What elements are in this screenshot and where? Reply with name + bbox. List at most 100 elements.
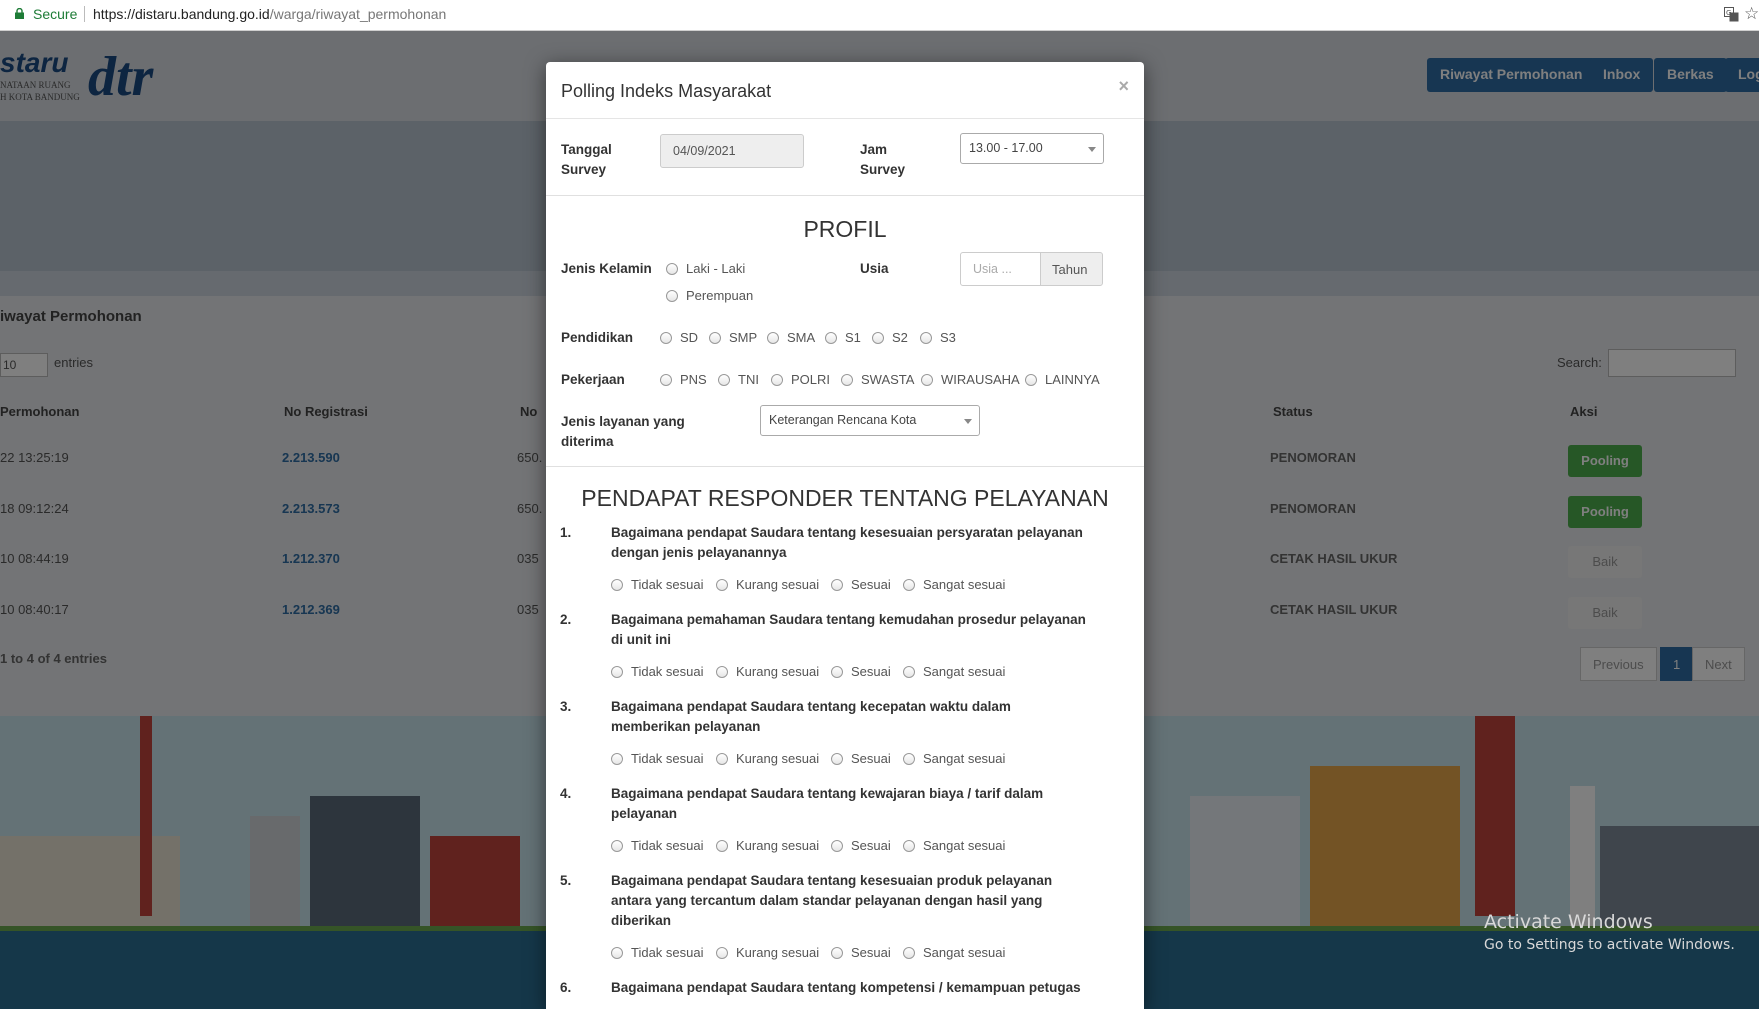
radio-circle — [660, 373, 672, 386]
pekerjaan-radio-lainnya[interactable]: LAINNYA — [1025, 372, 1100, 387]
answer-option-label: Sangat sesuai — [923, 838, 1006, 853]
answer-radio-tidak-sesuai[interactable]: Tidak sesuai — [611, 751, 704, 766]
radio-circle — [611, 752, 623, 765]
answer-radio-sangat-sesuai[interactable]: Sangat sesuai — [903, 577, 1005, 592]
pendidikan-option-label: S2 — [892, 330, 908, 345]
answer-radio-tidak-sesuai[interactable]: Tidak sesuai — [611, 838, 704, 853]
translate-icon[interactable]: G — [1724, 7, 1739, 22]
answer-radio-tidak-sesuai[interactable]: Tidak sesuai — [611, 945, 704, 960]
question-line: memberikan pelayanan — [611, 719, 761, 734]
radio-circle — [825, 331, 837, 344]
pendidikan-radio-smp[interactable]: SMP — [709, 330, 757, 345]
jenis-layanan-select[interactable]: Keterangan Rencana Kota — [760, 405, 980, 436]
jenis-kelamin-label: Jenis Kelamin — [561, 261, 652, 276]
question-line: dengan jenis pelayanannya — [611, 545, 787, 560]
pekerjaan-option-label: PNS — [680, 372, 707, 387]
radio-circle — [921, 373, 933, 386]
radio-circle — [666, 262, 678, 275]
question-text: Bagaimana pendapat Saudara tentang keses… — [611, 523, 1086, 563]
gender-option-label: Laki - Laki — [686, 261, 746, 276]
chevron-down-icon — [964, 419, 972, 424]
answer-option-label: Kurang sesuai — [736, 751, 820, 766]
radio-circle — [709, 331, 721, 344]
pendidikan-radio-sma[interactable]: SMA — [767, 330, 815, 345]
url-field[interactable]: https://distaru.bandung.go.id/warga/riwa… — [93, 6, 446, 22]
answer-option-label: Kurang sesuai — [736, 838, 820, 853]
divider — [546, 466, 1144, 467]
answer-option-label: Kurang sesuai — [736, 577, 820, 592]
answer-option-label: Sangat sesuai — [923, 945, 1006, 960]
pendidikan-option-label: SMP — [729, 330, 758, 345]
gender-radio-laki-laki[interactable]: Laki - Laki — [666, 261, 745, 276]
usia-input[interactable]: Usia ... — [960, 252, 1041, 286]
answer-option-label: Tidak sesuai — [631, 838, 704, 853]
answer-option-label: Tidak sesuai — [631, 945, 704, 960]
pekerjaan-option-label: SWASTA — [861, 372, 915, 387]
radio-circle — [716, 839, 728, 852]
answer-radio-sangat-sesuai[interactable]: Sangat sesuai — [903, 838, 1005, 853]
answer-radio-sangat-sesuai[interactable]: Sangat sesuai — [903, 751, 1005, 766]
usia-label: Usia — [860, 261, 889, 276]
jam-label-line-1: Jam — [860, 142, 888, 157]
pendidikan-option-label: SD — [680, 330, 699, 345]
answer-option-label: Sesuai — [851, 664, 891, 679]
pendidikan-radio-s3[interactable]: S3 — [920, 330, 956, 345]
pekerjaan-radio-wirausaha[interactable]: WIRAUSAHA — [921, 372, 1020, 387]
question-number: 2. — [560, 612, 572, 627]
usia-addon: Tahun — [1040, 252, 1103, 286]
pendapat-heading: PENDAPAT RESPONDER TENTANG PELAYANAN — [581, 485, 1109, 511]
close-icon[interactable]: × — [1118, 76, 1129, 97]
answer-radio-kurang-sesuai[interactable]: Kurang sesuai — [716, 945, 819, 960]
gender-radio-perempuan[interactable]: Perempuan — [666, 288, 753, 303]
answer-radio-tidak-sesuai[interactable]: Tidak sesuai — [611, 664, 704, 679]
radio-circle — [903, 752, 915, 765]
radio-circle — [831, 752, 843, 765]
answer-option-label: Sesuai — [851, 751, 891, 766]
question-number: 1. — [560, 525, 572, 540]
layanan-label-line-2: diterima — [561, 434, 614, 449]
radio-circle — [903, 839, 915, 852]
tanggal-survey-field[interactable]: 04/09/2021 — [660, 134, 804, 168]
pekerjaan-radio-pns[interactable]: PNS — [660, 372, 707, 387]
answer-option-label: Kurang sesuai — [736, 664, 820, 679]
answer-option-label: Sangat sesuai — [923, 577, 1006, 592]
pekerjaan-radio-polri[interactable]: POLRI — [771, 372, 830, 387]
answer-radio-tidak-sesuai[interactable]: Tidak sesuai — [611, 577, 704, 592]
answer-radio-sesuai[interactable]: Sesuai — [831, 751, 891, 766]
answer-radio-kurang-sesuai[interactable]: Kurang sesuai — [716, 751, 819, 766]
answer-radio-sesuai[interactable]: Sesuai — [831, 838, 891, 853]
answer-radio-sesuai[interactable]: Sesuai — [831, 945, 891, 960]
jam-survey-select[interactable]: 13.00 - 17.00 — [960, 133, 1104, 164]
divider — [546, 195, 1144, 196]
bookmark-star-icon[interactable]: ☆ — [1744, 4, 1759, 24]
radio-circle — [920, 331, 932, 344]
pendidikan-radio-sd[interactable]: SD — [660, 330, 698, 345]
answer-radio-sesuai[interactable]: Sesuai — [831, 664, 891, 679]
answer-radio-kurang-sesuai[interactable]: Kurang sesuai — [716, 664, 819, 679]
question-line: di unit ini — [611, 632, 671, 647]
pekerjaan-option-label: WIRAUSAHA — [941, 372, 1020, 387]
pekerjaan-radio-tni[interactable]: TNI — [718, 372, 759, 387]
activate-line-1: Activate Windows — [1484, 911, 1653, 933]
pendidikan-radio-s2[interactable]: S2 — [872, 330, 908, 345]
polling-modal: Polling Indeks Masyarakat × Tanggal Surv… — [546, 62, 1144, 1009]
pekerjaan-radio-swasta[interactable]: SWASTA — [841, 372, 914, 387]
modal-header: Polling Indeks Masyarakat × — [546, 62, 1144, 119]
answer-option-label: Tidak sesuai — [631, 664, 704, 679]
radio-circle — [872, 331, 884, 344]
answer-radio-kurang-sesuai[interactable]: Kurang sesuai — [716, 838, 819, 853]
radio-circle — [660, 331, 672, 344]
answer-radio-sangat-sesuai[interactable]: Sangat sesuai — [903, 945, 1005, 960]
pendidikan-option-label: SMA — [787, 330, 816, 345]
answer-radio-sangat-sesuai[interactable]: Sangat sesuai — [903, 664, 1005, 679]
answer-option-label: Sangat sesuai — [923, 664, 1006, 679]
answer-option-label: Sangat sesuai — [923, 751, 1006, 766]
pendidikan-radio-s1[interactable]: S1 — [825, 330, 861, 345]
question-line: diberikan — [611, 913, 672, 928]
answer-radio-kurang-sesuai[interactable]: Kurang sesuai — [716, 577, 819, 592]
answer-option-label: Tidak sesuai — [631, 577, 704, 592]
radio-circle — [611, 946, 623, 959]
question-text: Bagaimana pemahaman Saudara tentang kemu… — [611, 610, 1086, 650]
radio-circle — [718, 373, 730, 386]
answer-radio-sesuai[interactable]: Sesuai — [831, 577, 891, 592]
